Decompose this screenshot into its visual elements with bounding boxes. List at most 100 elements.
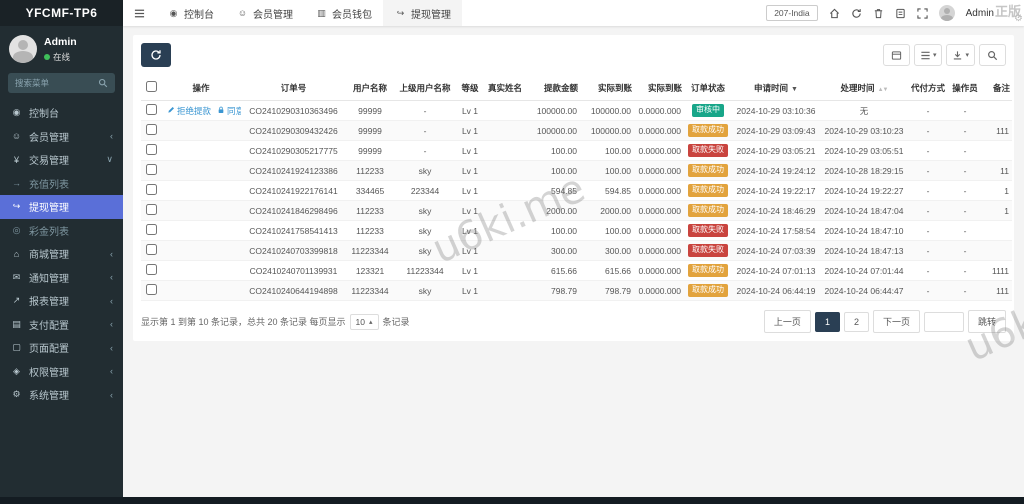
pay-method-cell: - — [908, 141, 948, 161]
operator-cell: - — [948, 261, 982, 281]
column-header-label: 订单状态 — [691, 83, 725, 93]
row-checkbox[interactable] — [146, 124, 157, 135]
row-checkbox[interactable] — [146, 144, 157, 155]
sidebar-item-label: 交易管理 — [29, 152, 69, 167]
sidebar-item-permission[interactable]: ◈权限管理‹ — [0, 360, 123, 384]
sidebar-search-input[interactable] — [15, 78, 98, 88]
row-checkbox[interactable] — [146, 104, 157, 115]
home-icon[interactable] — [829, 8, 840, 19]
search-toggle-button[interactable] — [979, 44, 1006, 66]
column-header-label: 实际到账 — [648, 83, 682, 93]
column-header-label: 订单号 — [281, 83, 307, 93]
level-cell: Lv 1 — [456, 261, 484, 281]
real-name-cell — [484, 241, 526, 261]
refresh-button[interactable] — [141, 43, 171, 67]
operator-cell: - — [948, 101, 982, 121]
clear-cache-icon[interactable] — [895, 8, 906, 19]
sidebar-item-payment[interactable]: ▤支付配置‹ — [0, 313, 123, 337]
recharge-icon: → — [10, 178, 23, 188]
status-badge: 取款成功 — [688, 204, 728, 217]
sidebar-item-mall[interactable]: ⌂商城管理‹ — [0, 242, 123, 266]
row-actions-cell — [161, 241, 241, 261]
process-time-cell: 2024-10-24 19:22:27 — [820, 181, 908, 201]
actual-amount-cell: 2000.00 — [580, 201, 634, 221]
sidebar-item-label: 充值列表 — [29, 176, 69, 191]
dashboard-icon: ◉ — [167, 8, 180, 19]
sidebar-item-page[interactable]: ▢页面配置‹ — [0, 336, 123, 360]
status-cell: 取款失败 — [684, 141, 732, 161]
pay-method-cell: - — [908, 101, 948, 121]
sidebar-item-report[interactable]: ↗报表管理‹ — [0, 289, 123, 313]
reject-withdraw-link[interactable]: 拒绝提款 — [167, 105, 211, 117]
hamburger-icon[interactable] — [123, 8, 156, 19]
level-cell: Lv 1 — [456, 141, 484, 161]
actual-amount-cell: 100.00 — [580, 161, 634, 181]
row-checkbox[interactable] — [146, 284, 157, 295]
page-jump-button[interactable]: 跳转 — [968, 310, 1006, 333]
sidebar-search[interactable] — [8, 73, 115, 93]
navbar-avatar[interactable] — [939, 5, 955, 21]
column-header: 上级用户名称 — [394, 75, 456, 101]
pay-method-cell: - — [908, 121, 948, 141]
approve-withdraw-link[interactable]: 同意提款 — [217, 105, 241, 117]
column-header: 用户名称 — [346, 75, 394, 101]
region-badge[interactable]: 207-India — [766, 5, 817, 21]
status-badge: 审核中 — [692, 104, 724, 117]
fullscreen-icon[interactable] — [917, 8, 928, 19]
tab-wallet[interactable]: ▥会员钱包 — [304, 0, 383, 26]
select-all-checkbox[interactable] — [146, 81, 157, 92]
tab-withdraw[interactable]: ↪提现管理 — [383, 0, 462, 26]
page-size-select[interactable]: 10 ▴ — [350, 314, 379, 330]
bonus-icon: ◎ — [10, 225, 23, 236]
sidebar-item-dashboard[interactable]: ◉控制台 — [0, 101, 123, 125]
sidebar-item-bonus-list[interactable]: ◎彩金列表 — [0, 219, 123, 243]
payment-icon: ▤ — [10, 319, 23, 330]
sidebar-item-recharge-list[interactable]: → 充值列表 — [0, 172, 123, 196]
amount-cell: 798.79 — [526, 281, 580, 301]
search-icon[interactable] — [98, 78, 108, 88]
operator-cell: - — [948, 281, 982, 301]
row-checkbox[interactable] — [146, 164, 157, 175]
row-select-cell — [141, 241, 161, 261]
refresh-icon[interactable] — [851, 8, 862, 19]
row-checkbox[interactable] — [146, 204, 157, 215]
row-checkbox[interactable] — [146, 244, 157, 255]
column-header-label: 提款金额 — [544, 83, 578, 93]
sidebar-item-notice[interactable]: ✉通知管理‹ — [0, 266, 123, 290]
trash-icon[interactable] — [873, 8, 884, 19]
row-checkbox[interactable] — [146, 224, 157, 235]
row-select-cell — [141, 201, 161, 221]
export-button[interactable]: ▾ — [946, 44, 975, 66]
select-all-cell — [141, 75, 161, 101]
column-header: 代付方式 — [908, 75, 948, 101]
status-cell: 取款失败 — [684, 241, 732, 261]
sidebar-item-trade[interactable]: ¥交易管理∨ — [0, 148, 123, 172]
columns-button[interactable]: ▾ — [914, 44, 943, 66]
sort-icon[interactable]: ▲▼ — [878, 87, 888, 93]
navbar-username[interactable]: Admin — [966, 8, 994, 19]
page-jump-input[interactable] — [924, 312, 964, 332]
card-toolbar: ▾ ▾ — [141, 43, 1006, 67]
prev-page-button[interactable]: 上一页 — [764, 310, 811, 333]
page-button-2[interactable]: 2 — [844, 312, 869, 332]
sidebar-item-system[interactable]: ⚙系统管理‹ — [0, 383, 123, 407]
tab-members[interactable]: ☺会员管理 — [225, 0, 304, 26]
sidebar-item-members[interactable]: ☺会员管理‹ — [0, 125, 123, 149]
row-checkbox[interactable] — [146, 184, 157, 195]
report-icon: ↗ — [10, 295, 23, 306]
actual-amount-cell: 100000.00 — [580, 101, 634, 121]
tab-dashboard[interactable]: ◉控制台 — [156, 0, 225, 26]
amount-cell: 2000.00 — [526, 201, 580, 221]
next-page-button[interactable]: 下一页 — [873, 310, 920, 333]
parent-user-cell: - — [394, 121, 456, 141]
withdrawals-table: 操作订单号用户名称上级用户名称等级真实姓名提款金额实际到账实际到账订单状态申请时… — [141, 75, 1012, 301]
page-button-1[interactable]: 1 — [815, 312, 840, 332]
toggle-view-button[interactable] — [883, 44, 910, 66]
apply-time-cell: 2024-10-24 19:24:12 — [732, 161, 820, 181]
order-number: CO2410240644194898 — [241, 281, 346, 301]
row-checkbox[interactable] — [146, 264, 157, 275]
status-badge: 取款成功 — [688, 124, 728, 137]
page-icon: ▢ — [10, 342, 23, 353]
sidebar-item-withdraw-manage[interactable]: ↪提现管理 — [0, 195, 123, 219]
sort-desc-icon[interactable]: ▼ — [791, 86, 798, 93]
